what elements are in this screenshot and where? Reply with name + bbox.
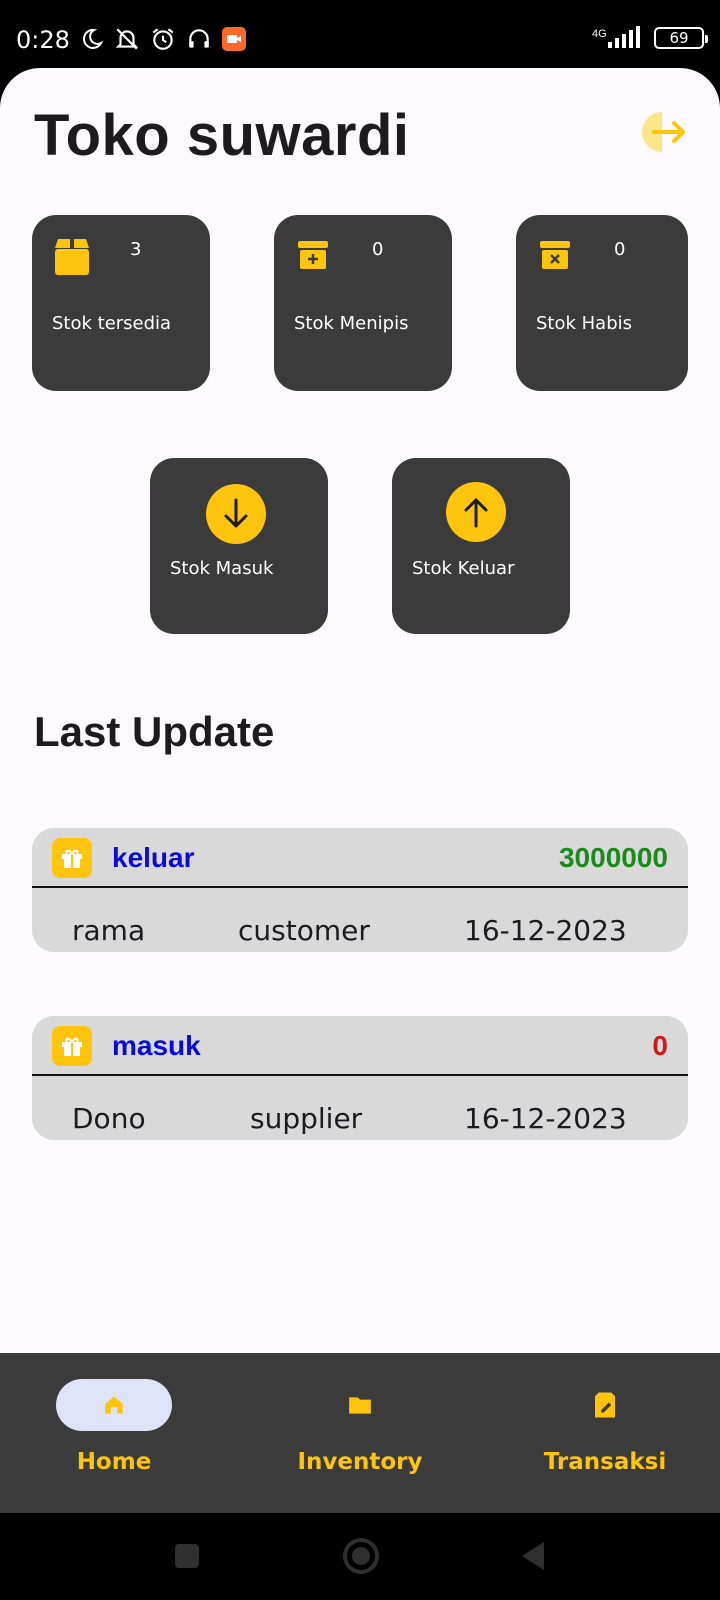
battery-level: 69: [669, 29, 689, 47]
stok-menipis-card[interactable]: 0 Stok Menipis: [274, 215, 452, 391]
square-icon: [175, 1544, 199, 1568]
status-bar: 0:28 4G 69: [0, 0, 720, 68]
home-system-button[interactable]: [342, 1537, 380, 1580]
arrow-down-circle-icon: [206, 484, 266, 544]
nav-label-home: Home: [76, 1449, 152, 1475]
video-record-icon: [222, 27, 246, 51]
status-time: 0:28: [16, 26, 70, 54]
box-icon: [55, 239, 89, 275]
archive-x-icon: [540, 241, 570, 269]
update-date: 16-12-2023: [464, 914, 627, 947]
recents-button[interactable]: [174, 1543, 200, 1574]
update-role: supplier: [250, 1102, 363, 1135]
nav-item-inventory[interactable]: Inventory: [260, 1353, 460, 1513]
stok-habis-card[interactable]: 0 Stok Habis: [516, 215, 688, 391]
system-nav-bar: [0, 1513, 720, 1600]
gift-icon: [52, 1026, 92, 1066]
nav-item-home[interactable]: Home: [14, 1353, 214, 1513]
folder-icon: [349, 1397, 371, 1414]
status-right: 69: [604, 26, 708, 50]
stok-masuk-label: Stok Masuk: [170, 558, 274, 579]
stok-keluar-label: Stok Keluar: [412, 558, 515, 579]
stok-tersedia-card[interactable]: 3 Stok tersedia: [32, 215, 210, 391]
update-item[interactable]: masuk 0 Dono supplier 16-12-2023: [32, 1016, 688, 1140]
update-amount: 0: [652, 1030, 668, 1061]
update-date: 16-12-2023: [464, 1102, 627, 1135]
stok-habis-count: 0: [614, 239, 626, 260]
home-icon: [105, 1396, 123, 1414]
page-title: Toko suwardi: [34, 103, 410, 168]
update-item-header: keluar 3000000: [32, 828, 688, 888]
bell-off-icon: [115, 28, 139, 50]
arrow-up-circle-icon: [446, 482, 506, 542]
update-name: rama: [72, 914, 146, 947]
alarm-icon: [152, 28, 174, 50]
logout-button[interactable]: [640, 108, 688, 156]
stok-masuk-card[interactable]: Stok Masuk: [150, 458, 328, 634]
update-item[interactable]: keluar 3000000 rama customer 16-12-2023: [32, 828, 688, 952]
status-icons: [80, 26, 246, 52]
stok-tersedia-count: 3: [130, 239, 142, 260]
update-type: masuk: [112, 1030, 201, 1061]
nav-icon-wrap: [302, 1379, 418, 1431]
update-amount: 3000000: [558, 842, 668, 873]
nav-active-indicator: [56, 1379, 172, 1431]
gift-icon: [52, 838, 92, 878]
nav-label-inventory: Inventory: [297, 1449, 423, 1475]
stok-menipis-count: 0: [372, 239, 384, 260]
update-name: Dono: [72, 1102, 146, 1135]
nav-label-transaksi: Transaksi: [543, 1449, 667, 1475]
nav-item-transaksi[interactable]: Transaksi: [505, 1353, 705, 1513]
logout-icon: [642, 112, 685, 152]
update-item-header: masuk 0: [32, 1016, 688, 1076]
archive-plus-icon: [298, 241, 328, 269]
signal-icon: [608, 26, 640, 48]
headphones-icon: [189, 29, 209, 48]
stok-menipis-label: Stok Menipis: [294, 313, 409, 334]
last-update-title: Last Update: [34, 708, 275, 755]
app-screen: Toko suwardi 3 Stok tersedia 0 Stok Meni…: [0, 68, 720, 1353]
bottom-nav: Home Inventory Transaksi: [0, 1353, 720, 1513]
back-button[interactable]: [520, 1541, 546, 1576]
receipt-edit-icon: [595, 1392, 615, 1418]
stok-tersedia-label: Stok tersedia: [52, 313, 172, 334]
moon-icon: [82, 28, 104, 49]
stok-keluar-card[interactable]: Stok Keluar: [392, 458, 570, 634]
back-triangle-icon: [522, 1542, 544, 1570]
update-type: keluar: [112, 842, 195, 873]
nav-icon-wrap: [547, 1379, 663, 1431]
stok-habis-label: Stok Habis: [536, 313, 633, 334]
battery-icon: 69: [654, 27, 708, 49]
circle-icon: [343, 1538, 379, 1574]
update-role: customer: [238, 914, 370, 947]
